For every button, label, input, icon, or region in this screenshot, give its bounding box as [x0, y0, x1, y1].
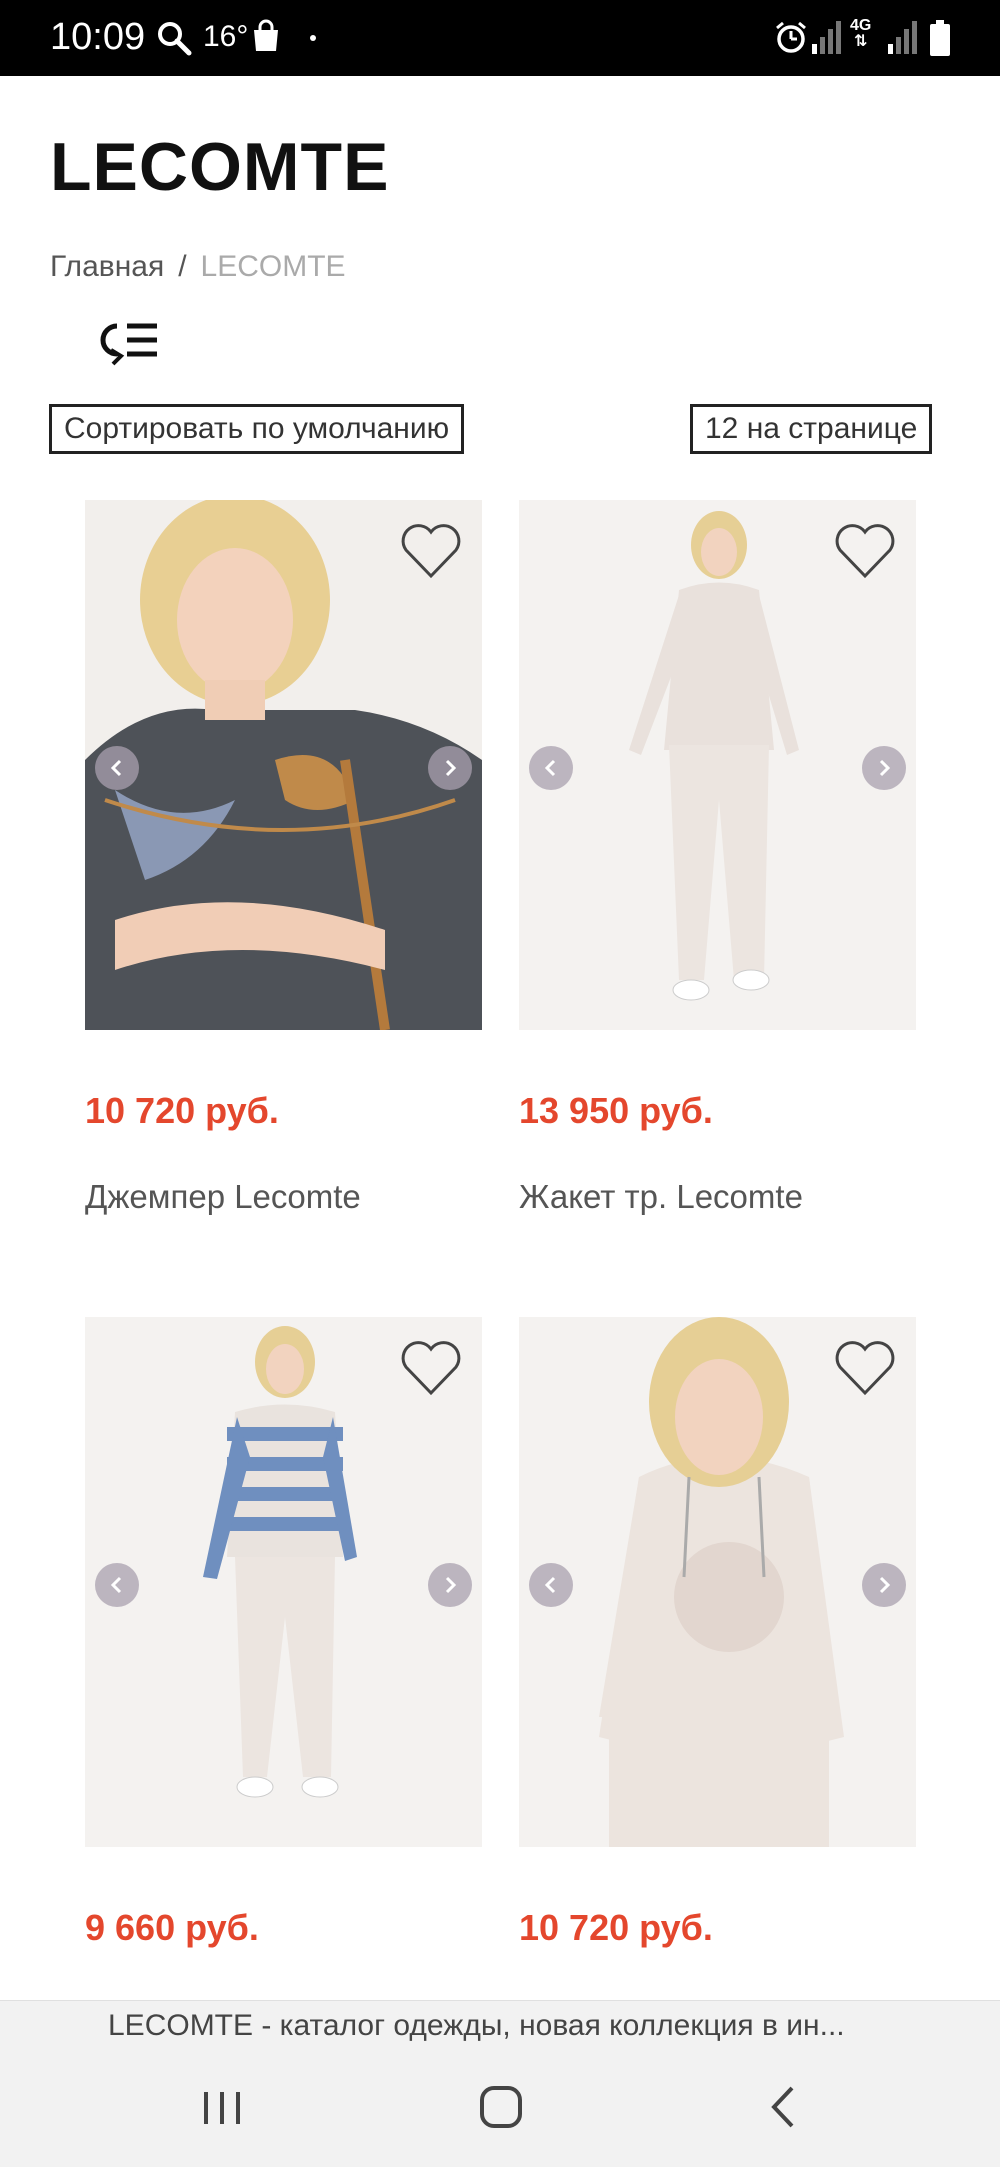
- favorite-heart-icon[interactable]: [832, 1337, 898, 1397]
- status-time: 10:09: [50, 16, 146, 58]
- per-page-select[interactable]: 12 на странице: [690, 404, 933, 454]
- product-price: 10 720 руб.: [85, 1090, 279, 1131]
- breadcrumb-separator: /: [178, 250, 187, 283]
- breadcrumb: Главная / LECOMTE: [50, 250, 346, 284]
- filter-toggle-icon[interactable]: [95, 318, 161, 368]
- product-image[interactable]: [519, 500, 916, 1030]
- recent-apps-icon[interactable]: [200, 2086, 246, 2130]
- chevron-left-icon: [110, 759, 122, 777]
- next-image-button[interactable]: [862, 1563, 906, 1607]
- breadcrumb-home-link[interactable]: Главная: [50, 250, 164, 283]
- next-image-button[interactable]: [428, 1563, 472, 1607]
- product-price: 9 660 руб.: [85, 1907, 259, 1948]
- product-name[interactable]: Джемпер Lecomte: [85, 1178, 361, 1216]
- chevron-left-icon: [544, 1576, 556, 1594]
- status-temperature: 16°: [203, 20, 249, 53]
- product-name[interactable]: Жакет тр. Lecomte: [519, 1178, 803, 1216]
- search-icon: [158, 22, 192, 56]
- breadcrumb-current: LECOMTE: [200, 250, 346, 283]
- favorite-heart-icon[interactable]: [832, 520, 898, 580]
- prev-image-button[interactable]: [529, 1563, 573, 1607]
- page-title: LECOMTE: [50, 129, 390, 205]
- chevron-left-icon: [110, 1576, 122, 1594]
- shopping-bag-icon: [254, 19, 278, 51]
- product-image[interactable]: [85, 1317, 482, 1847]
- next-image-button[interactable]: [862, 746, 906, 790]
- system-nav-bar: [0, 2056, 1000, 2167]
- notification-dot-icon: [310, 35, 316, 41]
- chevron-right-icon: [879, 759, 891, 777]
- product-image[interactable]: [85, 500, 482, 1030]
- product-price: 13 950 руб.: [519, 1090, 713, 1131]
- prev-image-button[interactable]: [529, 746, 573, 790]
- back-icon[interactable]: [764, 2084, 804, 2130]
- status-bar: 10:09 16° 4G ⇅: [0, 0, 1000, 76]
- sort-select[interactable]: Сортировать по умолчанию: [49, 404, 465, 454]
- browser-page-title: LECOMTE - каталог одежды, новая коллекци…: [108, 2009, 845, 2042]
- chevron-right-icon: [445, 759, 457, 777]
- product-image[interactable]: [519, 1317, 916, 1847]
- signal-icon: [812, 21, 841, 54]
- chevron-left-icon: [544, 759, 556, 777]
- chevron-right-icon: [879, 1576, 891, 1594]
- product-price: 10 720 руб.: [519, 1907, 713, 1948]
- next-image-button[interactable]: [428, 746, 472, 790]
- signal-icon: [888, 21, 917, 54]
- network-type-label: 4G ⇅: [850, 17, 872, 50]
- favorite-heart-icon[interactable]: [398, 520, 464, 580]
- battery-icon: [930, 20, 950, 56]
- browser-title-bar[interactable]: LECOMTE - каталог одежды, новая коллекци…: [0, 2000, 1000, 2056]
- prev-image-button[interactable]: [95, 1563, 139, 1607]
- favorite-heart-icon[interactable]: [398, 1337, 464, 1397]
- chevron-right-icon: [445, 1576, 457, 1594]
- prev-image-button[interactable]: [95, 746, 139, 790]
- home-icon[interactable]: [478, 2084, 524, 2130]
- alarm-icon: [776, 21, 806, 53]
